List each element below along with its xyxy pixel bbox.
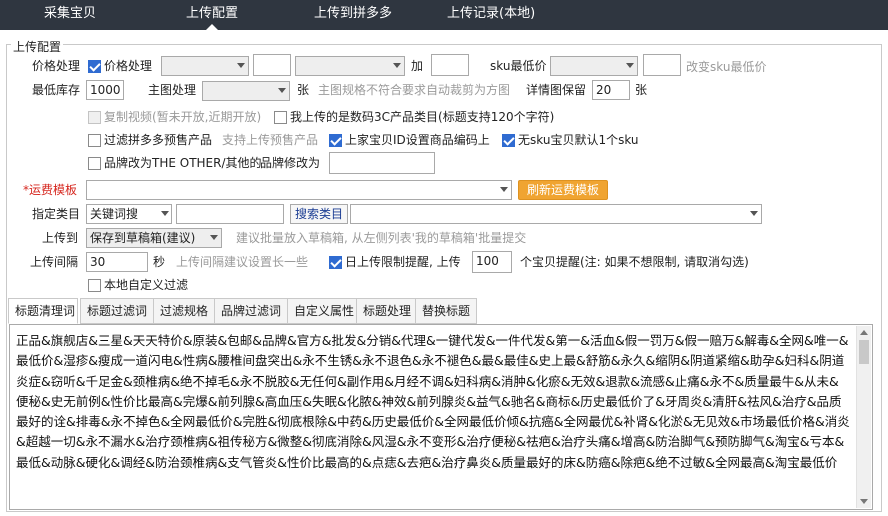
freight-label-text: 运费模板 [29,183,78,197]
default-sku-label: 无sku宝贝默认1个sku [518,133,639,147]
sku-min-label: sku最低价 [490,59,547,73]
upload-to-select[interactable]: 保存到草稿箱(建议) [86,228,222,248]
interval-label: 上传间隔 [30,255,79,269]
category-label: 指定类目 [32,207,81,221]
category-result-select[interactable] [350,204,762,224]
search-category-button[interactable]: 搜索类目 [290,204,349,224]
add-label: 加 [411,59,424,73]
nav-tab-upload-config[interactable]: 上传配置 [186,0,238,31]
default-sku-checkbox[interactable] [502,134,515,147]
chevron-down-icon [393,63,401,68]
scroll-thumb[interactable] [859,340,869,364]
tab-title-clean-words[interactable]: 标题清理词 [8,298,78,324]
filter-presale-checkbox[interactable] [88,134,101,147]
price-checkbox-label: 价格处理 [104,59,153,73]
main-image-select[interactable] [202,81,290,101]
category-mode-select[interactable]: 关键词搜 [86,204,172,224]
price-value-input[interactable] [253,54,291,76]
upload-to-label: 上传到 [42,231,79,245]
change-sku-label: 改变sku最低价 [686,60,767,74]
daily-limit-label: 日上传限制提醒, 上传 [345,255,461,269]
chevron-down-icon [278,88,286,93]
daily-limit-checkbox[interactable] [329,256,342,269]
brand-modify-label: 品牌修改为 [260,156,321,170]
tab-brand-filter-words[interactable]: 品牌过滤词 [214,298,288,324]
interval-unit: 秒 [153,255,166,269]
nav-tab-collect[interactable]: 采集宝贝 [44,0,96,30]
chevron-down-icon [500,187,508,192]
brand-other-checkbox[interactable] [88,157,101,170]
stock-label: 最低库存 [32,83,81,97]
upload-to-note: 建议批量放入草稿箱, 从左侧列表'我的草稿箱'批量提交 [236,231,527,245]
add-value-input[interactable] [431,54,469,76]
main-image-note: 主图规格不符合要求自动裁剪为方图 [318,83,511,97]
sku-min-input[interactable] [643,54,681,76]
freight-select[interactable] [86,180,512,200]
chevron-down-icon [237,63,245,68]
daily-limit-note: 个宝贝提醒(注: 如果不想限制, 请取消勾选) [520,255,749,269]
filter-presale-label: 过滤拼多多预售产品 [104,133,213,147]
tab-title-filter-words[interactable]: 标题过滤词 [80,298,154,324]
category-keyword-input[interactable] [176,204,284,224]
stock-input[interactable]: 1000 [86,80,124,100]
tab-custom-attributes[interactable]: 自定义属性 [287,298,357,324]
digital-3c-checkbox[interactable] [274,111,287,124]
scroll-down-icon[interactable] [860,499,868,504]
digital-3c-label: 我上传的是数码3C产品类目(标题支持120个字符) [290,110,555,124]
price-mode-select[interactable] [161,56,249,76]
main-image-unit: 张 [297,83,310,97]
outer-id-label: 上家宝贝ID设置商品编码上 [345,133,490,147]
tab-filter-specs[interactable]: 过滤规格 [153,298,215,324]
chevron-down-icon [161,211,169,216]
tab-title-processing[interactable]: 标题处理 [356,298,416,324]
nav-tab-upload-pdd[interactable]: 上传到拼多多 [314,0,392,30]
tab-replace-title[interactable]: 替换标题 [415,298,477,324]
outer-id-checkbox[interactable] [329,134,342,147]
detail-keep-input[interactable]: 20 [592,80,630,100]
title-clean-words-textarea[interactable]: 正品&旗舰店&三星&天天特价&原装&包邮&品牌&官方&批发&分销&代理&一键代发… [9,324,873,510]
chevron-down-icon [626,63,634,68]
detail-keep-unit: 张 [635,83,648,97]
top-navigation: 采集宝贝 上传配置 上传到拼多多 上传记录(本地) [0,0,888,31]
copy-video-label: 复制视频(暂未开放,近期开放) [104,110,262,124]
brand-modify-input[interactable] [329,152,435,174]
local-filter-label: 本地自定义过滤 [104,278,189,292]
price-checkbox[interactable] [88,60,101,73]
nav-tab-upload-records[interactable]: 上传记录(本地) [447,0,535,30]
refresh-freight-button[interactable]: 刷新运费模板 [518,180,609,200]
freight-label: *运费模板 [23,180,77,200]
main-image-label: 主图处理 [148,83,197,97]
sku-min-select[interactable] [550,56,638,76]
title-clean-words-text: 正品&旗舰店&三星&天天特价&原装&包邮&品牌&官方&批发&分销&代理&一键代发… [16,333,850,470]
local-filter-checkbox[interactable] [88,279,101,292]
textarea-scrollbar[interactable] [856,326,871,508]
daily-limit-input[interactable]: 100 [472,251,512,273]
price-label: 价格处理 [32,59,81,73]
copy-video-checkbox[interactable] [88,111,101,124]
chevron-down-icon [210,235,218,240]
interval-input[interactable]: 30 [86,252,148,272]
support-presale-label: 支持上传预售产品 [222,133,319,147]
brand-other-label: 品牌改为THE OTHER/其他的 [104,156,262,170]
interval-note: 上传间隔建议设置长一些 [176,255,309,269]
chevron-down-icon [750,211,758,216]
scroll-up-icon[interactable] [860,330,868,335]
panel-legend: 上传配置 [11,38,64,55]
detail-keep-label: 详情图保留 [526,83,587,97]
price-op-select[interactable] [295,56,405,76]
